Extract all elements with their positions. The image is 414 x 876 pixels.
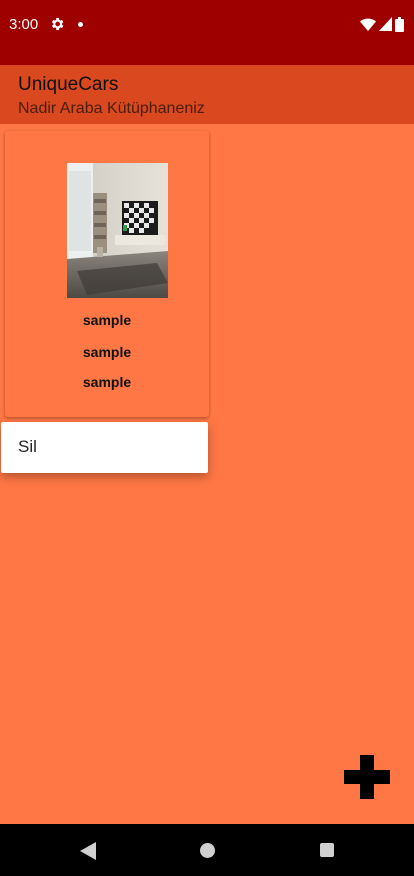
wifi-icon xyxy=(360,18,376,31)
back-icon[interactable] xyxy=(80,842,96,860)
gear-icon xyxy=(51,18,64,30)
battery-icon xyxy=(395,16,404,32)
context-menu: Sil xyxy=(1,422,208,473)
app-title: UniqueCars xyxy=(18,74,119,95)
car-model: sample xyxy=(82,344,132,360)
delete-menu-item[interactable]: Sil xyxy=(18,437,37,457)
app-subtitle: Nadir Araba Kütüphaneniz xyxy=(18,100,205,117)
status-icons xyxy=(360,16,404,32)
car-name: sample xyxy=(82,312,132,328)
signal-icon xyxy=(379,17,392,31)
car-image[interactable] xyxy=(67,163,168,298)
notification-dot-icon xyxy=(78,22,83,27)
car-card[interactable]: sample sample sample xyxy=(5,131,209,417)
home-icon[interactable] xyxy=(200,843,215,858)
status-bar: 3:00 xyxy=(0,0,414,65)
recents-icon[interactable] xyxy=(320,843,334,857)
living-room-photo-icon xyxy=(67,163,168,298)
plus-icon[interactable] xyxy=(344,755,390,799)
status-time: 3:00 xyxy=(9,16,39,33)
car-year: sample xyxy=(82,374,132,390)
